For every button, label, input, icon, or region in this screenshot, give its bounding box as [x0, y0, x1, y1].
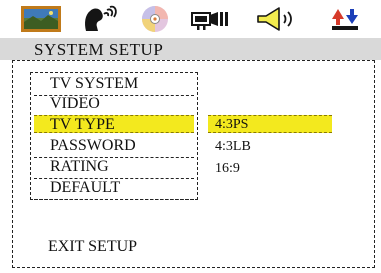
menu-item-video[interactable]: VIDEO — [34, 95, 194, 113]
option-label: 4:3PS — [215, 117, 249, 132]
menu-item-label: TV SYSTEM — [50, 75, 139, 92]
option-4-3lb[interactable]: 4:3LB — [208, 138, 332, 156]
menu-item-label: DEFAULT — [50, 179, 121, 196]
menu-item-tv-system[interactable]: TV SYSTEM — [34, 75, 194, 96]
menu-item-label: RATING — [50, 158, 109, 175]
tool-picture[interactable] — [18, 4, 64, 34]
speaker-person-icon — [85, 5, 117, 31]
menu-item-default[interactable]: DEFAULT — [34, 179, 194, 200]
tool-up-down[interactable] — [322, 4, 368, 34]
menu-item-label: PASSWORD — [50, 137, 136, 154]
menu-item-tv-type[interactable]: TV TYPE — [34, 115, 194, 133]
up-down-arrows-icon — [332, 9, 358, 30]
menu-item-password[interactable]: PASSWORD — [34, 137, 194, 158]
tool-projector[interactable] — [188, 4, 234, 34]
exit-setup-button[interactable]: EXIT SETUP — [48, 238, 137, 256]
menu-item-label: VIDEO — [50, 95, 100, 112]
speaker-volume-icon — [257, 7, 292, 31]
tool-speaker-person[interactable] — [76, 4, 122, 34]
menu-item-label: TV TYPE — [50, 116, 115, 133]
option-label: 4:3LB — [215, 139, 251, 154]
page-title: SYSTEM SETUP — [34, 40, 164, 59]
projector-icon — [191, 12, 228, 30]
disc-icon — [142, 6, 168, 32]
option-4-3ps[interactable]: 4:3PS — [208, 115, 332, 133]
option-label: 16:9 — [215, 161, 240, 176]
picture-icon — [21, 6, 61, 32]
toolbar — [0, 0, 381, 38]
option-16-9[interactable]: 16:9 — [208, 160, 332, 178]
tool-disc[interactable] — [132, 4, 178, 34]
header-bar: SYSTEM SETUP — [0, 38, 381, 60]
tool-volume[interactable] — [254, 4, 300, 34]
menu-item-rating[interactable]: RATING — [34, 158, 194, 179]
